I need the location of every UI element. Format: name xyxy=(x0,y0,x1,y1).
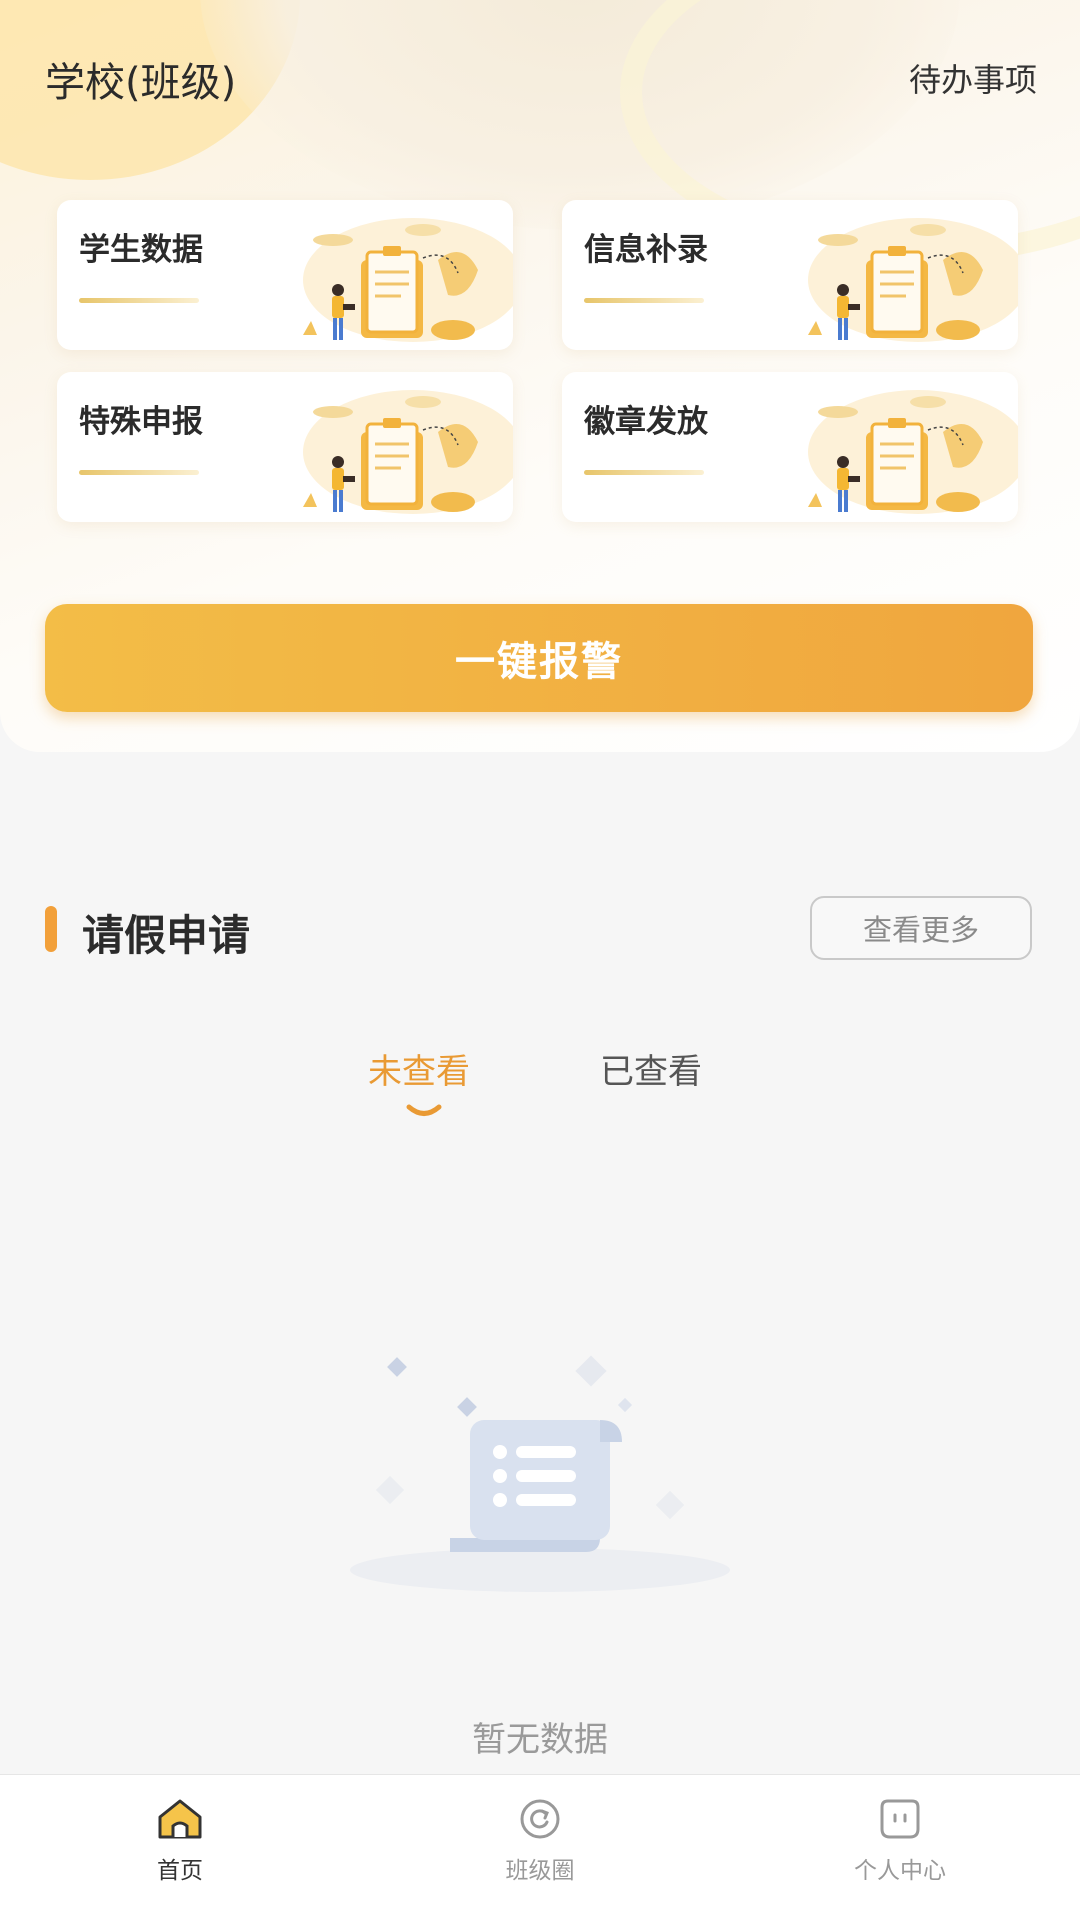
card-label: 学生数据 xyxy=(79,232,203,268)
card-special-report[interactable]: 特殊申报 xyxy=(57,372,513,522)
tab-viewed[interactable]: 已查看 xyxy=(600,1044,702,1093)
card-underline xyxy=(79,298,199,303)
nav-item-profile[interactable]: 个人中心 xyxy=(800,1793,1000,1885)
section-title: 请假申请 xyxy=(82,911,251,960)
header-panel: 学校(班级) 待办事项 学生数据 信息补录 特殊申报 徽章发放 一键报警 xyxy=(0,0,1080,752)
todo-link[interactable]: 待办事项 xyxy=(909,55,1037,101)
view-more-button[interactable]: 查看更多 xyxy=(810,896,1032,960)
card-info-supplement[interactable]: 信息补录 xyxy=(562,200,1018,350)
report-illustration xyxy=(303,390,513,514)
card-label: 徽章发放 xyxy=(584,404,708,440)
card-student-data[interactable]: 学生数据 xyxy=(57,200,513,350)
nav-label: 首页 xyxy=(157,1858,203,1884)
nav-item-home[interactable]: 首页 xyxy=(80,1793,280,1885)
section-accent-bar xyxy=(45,906,57,952)
class-circle-icon xyxy=(520,1799,560,1839)
empty-list-illustration xyxy=(350,1355,730,1592)
page-title: 学校(班级) xyxy=(45,60,237,106)
nav-item-class-circle[interactable]: 班级圈 xyxy=(440,1793,640,1885)
tab-active-indicator xyxy=(406,1104,442,1116)
card-underline xyxy=(79,470,199,475)
card-underline xyxy=(584,470,704,475)
card-label: 特殊申报 xyxy=(79,404,203,440)
one-key-alarm-button[interactable]: 一键报警 xyxy=(45,604,1033,712)
profile-icon xyxy=(880,1799,920,1839)
nav-label: 班级圈 xyxy=(505,1858,575,1884)
card-badge-issue[interactable]: 徽章发放 xyxy=(562,372,1018,522)
tab-unviewed[interactable]: 未查看 xyxy=(368,1044,470,1093)
card-underline xyxy=(584,298,704,303)
card-label: 信息补录 xyxy=(584,232,708,268)
bottom-nav: 首页 班级圈 个人中心 xyxy=(0,1774,1080,1921)
home-icon xyxy=(158,1799,202,1839)
nav-label: 个人中心 xyxy=(854,1858,946,1884)
report-illustration xyxy=(808,390,1018,514)
report-illustration xyxy=(303,218,513,342)
report-illustration xyxy=(808,218,1018,342)
empty-state-text: 暂无数据 xyxy=(472,1720,608,1760)
